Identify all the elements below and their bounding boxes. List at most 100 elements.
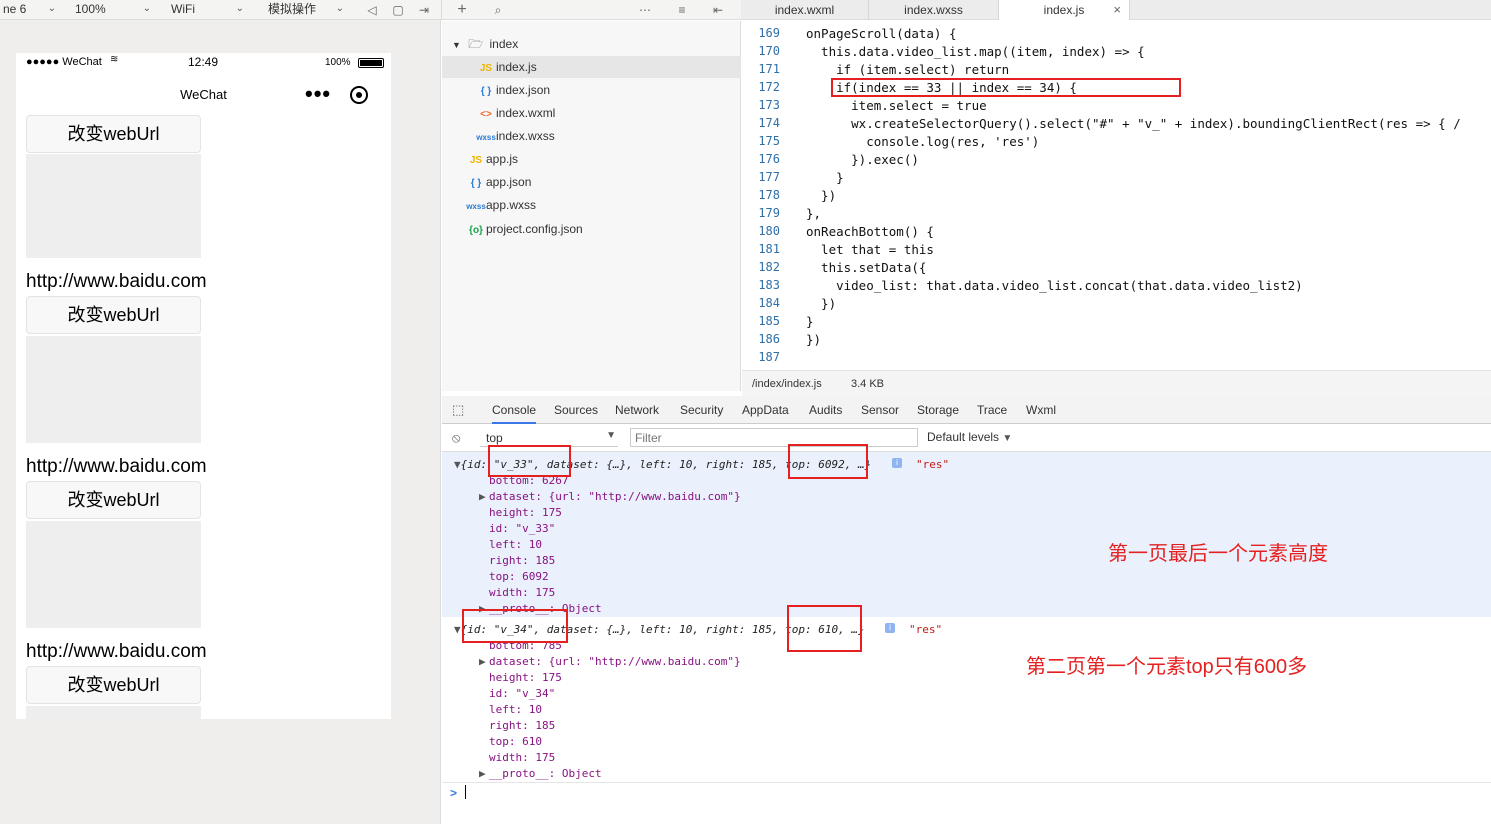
video-placeholder <box>26 336 201 443</box>
caret-down-icon: ▼ <box>452 40 461 50</box>
screenshot-icon[interactable]: ▢ <box>390 2 406 18</box>
property-text: right: 185 <box>489 719 556 732</box>
log-property[interactable]: ▶ dataset: {url: "http://www.baidu.com"} <box>479 490 741 503</box>
code-line: if (item.select) return <box>806 62 1010 77</box>
line-gutter: 169 170 171 172 173 174 175 176 177 178 179 180 181 1… <box>742 21 792 370</box>
devtools-tab-wxml[interactable]: Wxml <box>1026 396 1056 424</box>
line-number: 175 <box>758 134 780 148</box>
devtools-tab-sources[interactable]: Sources <box>554 396 598 424</box>
devtools-tab-appdata[interactable]: AppData <box>742 396 789 424</box>
change-weburl-button[interactable]: 改变webUrl <box>26 296 201 334</box>
property-text: height: 175 <box>489 671 562 684</box>
search-icon[interactable]: ⌕ <box>490 2 506 18</box>
tree-file-index-js[interactable]: JS index.js <box>442 56 741 78</box>
property-text: width: 175 <box>489 751 556 764</box>
folder-label: index <box>489 37 519 51</box>
line-number: 176 <box>758 152 780 166</box>
tree-file-index-json[interactable]: { } index.json <box>476 79 550 101</box>
devtools-tab-sensor[interactable]: Sensor <box>861 396 899 424</box>
log-property: top: 6092 <box>489 570 549 583</box>
line-number: 185 <box>758 314 780 328</box>
zoom-select[interactable]: 100% ⌄ <box>72 0 157 20</box>
tab-index-wxml[interactable]: index.wxml <box>741 0 869 20</box>
highlight-box-code <box>831 78 1181 97</box>
file-tree: ▼ 🗁 index JS index.js { } index.json <> ind… <box>442 21 741 391</box>
line-number: 179 <box>758 206 780 220</box>
code-editor[interactable]: 169 170 171 172 173 174 175 176 177 178 179 180 181 1… <box>742 21 1491 370</box>
split-icon[interactable]: ⇤ <box>710 2 726 18</box>
tree-folder-index[interactable]: ▼ 🗁 index <box>452 33 732 55</box>
file-label: index.json <box>496 83 551 97</box>
devtools-tab-security[interactable]: Security <box>680 396 723 424</box>
code-line: this.setData({ <box>806 260 927 275</box>
tab-index-js[interactable]: index.js × <box>999 0 1130 20</box>
tab-index-wxss[interactable]: index.wxss <box>869 0 999 20</box>
log-property: right: 185 <box>489 719 555 732</box>
property-text: dataset: {url: "http://www.baidu.com"} <box>489 655 741 668</box>
page-title: WeChat <box>180 87 227 102</box>
more-dots-icon[interactable]: ••• <box>305 83 331 105</box>
tree-file-index-wxml[interactable]: <> index.wxml <box>476 102 555 124</box>
caret-right-icon: ▶ <box>479 655 486 668</box>
url-text: http://www.baidu.com <box>26 456 207 477</box>
code-line: onReachBottom() { <box>806 224 934 239</box>
log-property: id: "v_34" <box>489 687 555 700</box>
change-weburl-button[interactable]: 改变webUrl <box>26 481 201 519</box>
console-input-caret[interactable] <box>465 785 466 799</box>
log-levels-select[interactable]: Default levels ▼ <box>927 430 1012 444</box>
line-number: 171 <box>758 62 780 76</box>
log-property: top: 610 <box>489 735 542 748</box>
add-icon[interactable]: + <box>454 2 470 18</box>
levels-label: Default levels <box>927 430 1000 444</box>
clear-console-icon[interactable]: ⦸ <box>452 430 460 446</box>
devtools-tab-network[interactable]: Network <box>615 396 659 424</box>
property-text: left: 10 <box>489 538 542 551</box>
line-number: 183 <box>758 278 780 292</box>
tree-file-app-js[interactable]: JS app.js <box>466 148 518 170</box>
chevron-down-icon: ⌄ <box>335 3 344 14</box>
change-weburl-button[interactable]: 改变webUrl <box>26 666 201 704</box>
more-icon[interactable]: ⋯ <box>637 2 653 18</box>
log-property[interactable]: ▶ __proto__: Object <box>479 767 602 780</box>
change-weburl-button[interactable]: 改变webUrl <box>26 115 201 153</box>
network-select[interactable]: WiFi ⌄ <box>168 0 250 20</box>
line-number: 173 <box>758 98 780 112</box>
line-number: 184 <box>758 296 780 310</box>
log-property[interactable]: ▶ dataset: {url: "http://www.baidu.com"} <box>479 655 741 668</box>
device-select[interactable]: ne 6 ⌄ <box>0 0 62 20</box>
volume-icon[interactable]: ◁ <box>364 2 380 18</box>
caret-down-icon: ▼ <box>606 430 616 441</box>
devtools-tab-console[interactable]: Console <box>492 396 537 424</box>
close-mini-program-icon[interactable] <box>350 86 368 104</box>
nav-bar: WeChat ••• <box>16 75 391 115</box>
detach-icon[interactable]: ⇥ <box>416 2 432 18</box>
devtools-tab-audits[interactable]: Audits <box>809 396 842 424</box>
tree-file-index-wxss[interactable]: wxssindex.wxss <box>476 125 554 147</box>
tree-file-app-wxss[interactable]: wxssapp.wxss <box>466 194 536 216</box>
video-placeholder <box>26 154 201 258</box>
operation-select[interactable]: 模拟操作 ⌄ <box>265 0 350 20</box>
console-filter-input[interactable] <box>630 428 918 447</box>
json-file-icon: { } <box>480 86 492 97</box>
inspect-icon[interactable]: ⬚ <box>452 402 464 418</box>
close-icon[interactable]: × <box>1113 0 1121 20</box>
code-line: }) <box>806 296 837 311</box>
url-text: http://www.baidu.com <box>26 271 207 292</box>
log-property: left: 10 <box>489 538 542 551</box>
property-text: left: 10 <box>489 703 542 716</box>
simulator-toolbar: ne 6 ⌄ 100% ⌄ WiFi ⌄ 模拟操作 ⌄ ◁ ▢ ⇥ <box>0 0 441 20</box>
js-file-icon: JS <box>479 63 493 74</box>
log-property: left: 10 <box>489 703 542 716</box>
code-line: onPageScroll(data) { <box>806 26 957 41</box>
collapse-icon[interactable]: ≡ <box>674 2 690 18</box>
tree-file-project-config[interactable]: {o} project.config.json <box>466 218 583 240</box>
log-property: id: "v_33" <box>489 522 555 535</box>
property-text: top: 6092 <box>489 570 549 583</box>
code-line: console.log(res, 'res') <box>806 134 1040 149</box>
tree-file-app-json[interactable]: { } app.json <box>466 171 532 193</box>
code-line: }) <box>806 188 837 203</box>
video-placeholder <box>26 706 201 719</box>
device-label: ne 6 <box>3 2 27 16</box>
devtools-tab-storage[interactable]: Storage <box>917 396 959 424</box>
devtools-tab-trace[interactable]: Trace <box>977 396 1007 424</box>
